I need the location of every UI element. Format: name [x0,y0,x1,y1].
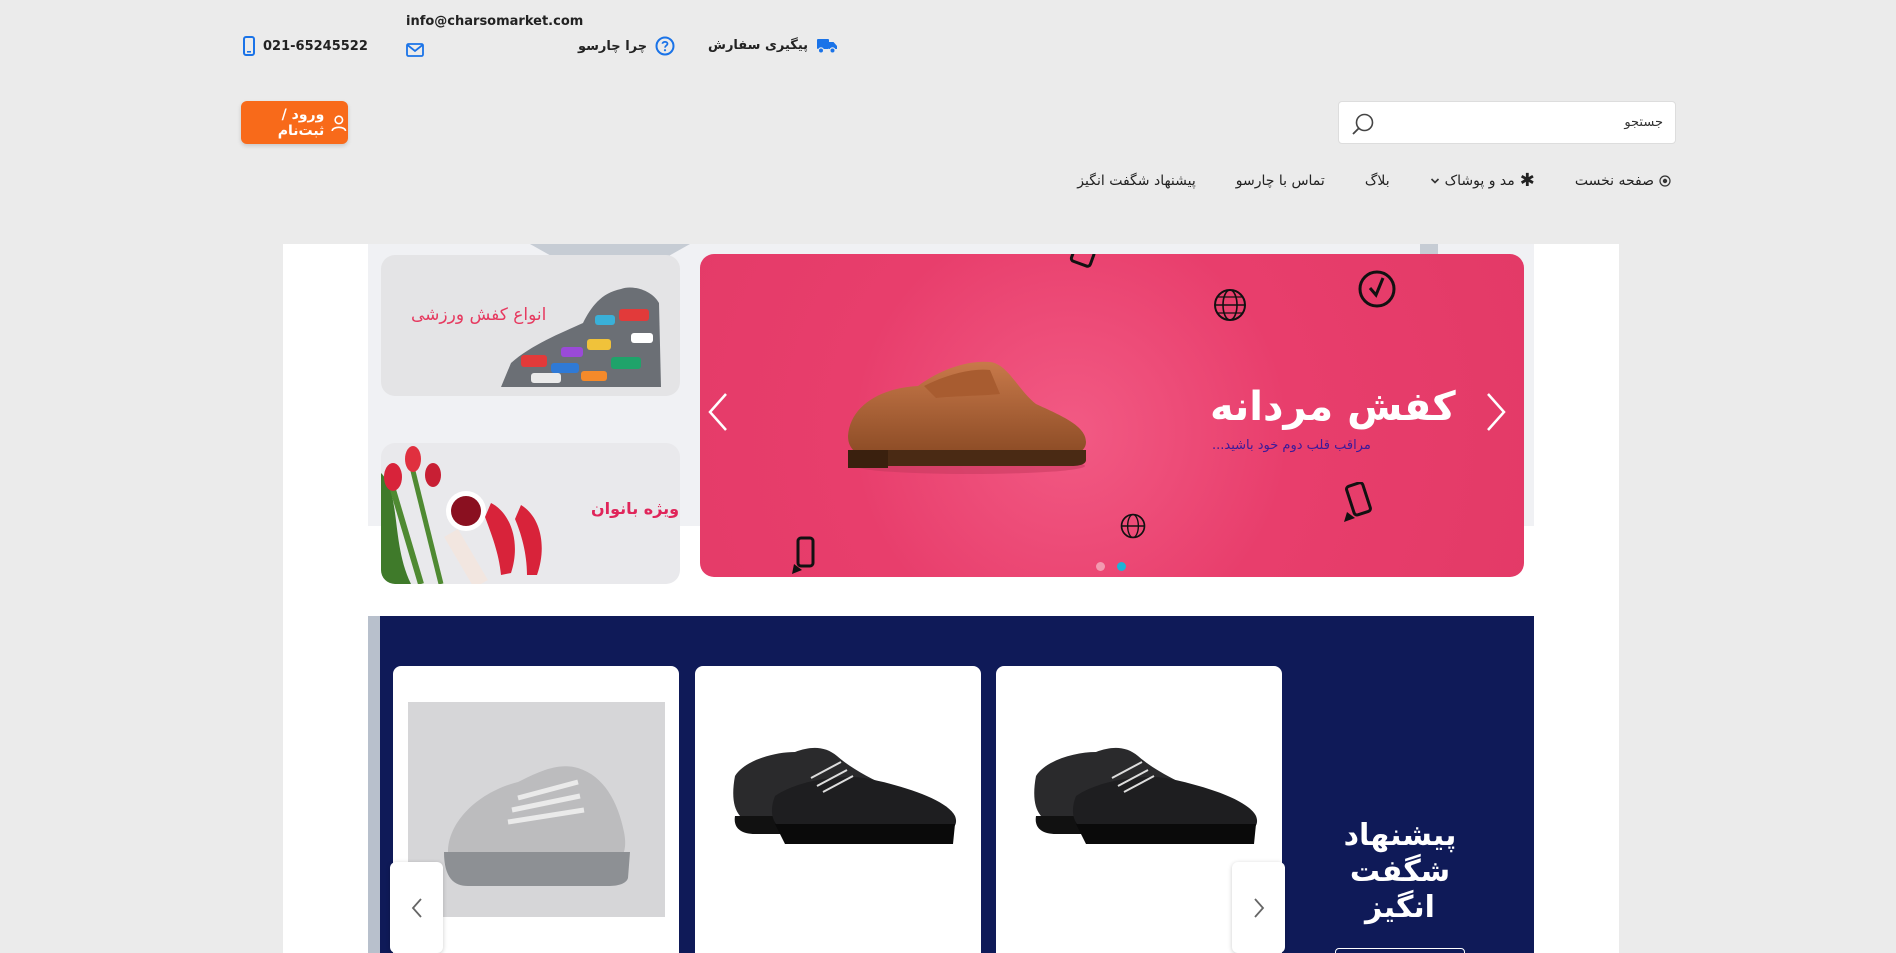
search-input[interactable] [1339,102,1675,143]
envelope-icon [406,43,424,57]
globe-icon [1214,289,1246,321]
slider-dot-1[interactable] [1117,562,1126,571]
nav-blog[interactable]: بلاگ [1365,172,1390,190]
sport-shoes-banner[interactable]: انواع کفش ورزشی [381,255,680,396]
login-register-button[interactable]: ورود / ثبت‌نام [241,101,348,144]
chevron-left-icon [411,897,422,918]
email-contact[interactable]: info@charsomarket.com [406,14,583,57]
why-charsoo-label: چرا چارسو [578,38,648,54]
nav-blog-label: بلاگ [1364,173,1390,189]
phone-number: 021-65245522 [263,38,368,54]
chevron-down-icon [1430,178,1439,184]
order-tracking-label: پیگیری سفارش [708,37,809,53]
phone-contact[interactable]: 021-65245522 [243,36,368,56]
email-address: info@charsomarket.com [406,14,584,29]
phone-doodle-icon-2 [792,536,815,574]
why-charsoo-link[interactable]: چرا چارسو [578,36,675,56]
women-special-banner[interactable]: ویژه بانوان [381,443,680,584]
women-special-banner-label: ویژه بانوان [591,499,680,518]
login-register-label: ورود / ثبت‌نام [277,106,325,139]
nav-fashion[interactable]: ✱ مد و پوشاک [1430,172,1535,190]
phone-doodle-icon-3 [1069,254,1096,268]
nav-amazing-offer-label: پیشنهاد شگفت انگیز [1077,173,1196,189]
clock-icon [1358,270,1396,308]
delivery-truck-icon [817,39,838,54]
slider-prev-icon[interactable] [706,390,730,434]
men-shoe-image [848,361,1086,474]
products-prev-button[interactable] [390,862,443,953]
home-eye-icon [1659,175,1671,187]
main-slider[interactable]: کفش مردانه مراقب قلب دوم خود باشید... [700,254,1524,577]
slider-dots [1096,562,1126,571]
nav-home-label: صفحه نخست [1574,173,1654,189]
sneaker-pile-image [501,287,661,387]
chevron-right-icon [1253,897,1264,918]
search-icon[interactable] [1351,112,1375,136]
phone-doodle-icon [1344,482,1372,522]
product-card[interactable] [695,666,981,953]
nav-contact-label: تماس با چارسو [1235,173,1325,189]
asterisk-icon: ✱ [1519,170,1535,191]
main-navigation: صفحه نخست ✱ مد و پوشاک بلاگ تماس با چارس… [1077,172,1671,190]
question-circle-icon [655,36,675,56]
search-box [1338,101,1676,144]
black-leather-shoe-image [1034,747,1258,844]
slide-title: کفش مردانه [1210,384,1456,430]
nav-fashion-label: مد و پوشاک [1444,173,1515,189]
slider-dot-2[interactable] [1096,562,1105,571]
user-icon [331,114,347,131]
amazing-offer-view-all-button[interactable] [1335,948,1465,953]
black-leather-shoe-image [733,747,957,844]
mobile-phone-icon [243,36,255,56]
products-next-button[interactable] [1232,862,1285,953]
sneaker-image-frame [408,702,665,917]
hero-decoration-right [1420,244,1438,254]
order-tracking-link[interactable]: پیگیری سفارش [708,36,838,54]
globe-small-icon [1120,513,1146,539]
nav-contact[interactable]: تماس با چارسو [1236,172,1325,190]
amazing-offer-stripe [368,616,380,953]
grey-sneaker-image [444,766,630,886]
amazing-offer-title: پیشنهاد شگفت انگیز [1343,818,1457,925]
slider-next-icon[interactable] [1484,390,1508,434]
slide-subtitle: مراقب قلب دوم خود باشید... [1212,438,1371,453]
nav-home[interactable]: صفحه نخست [1575,172,1671,190]
nav-amazing-offer[interactable]: پیشنهاد شگفت انگیز [1077,172,1195,190]
tulips-shoes-image [381,446,542,584]
